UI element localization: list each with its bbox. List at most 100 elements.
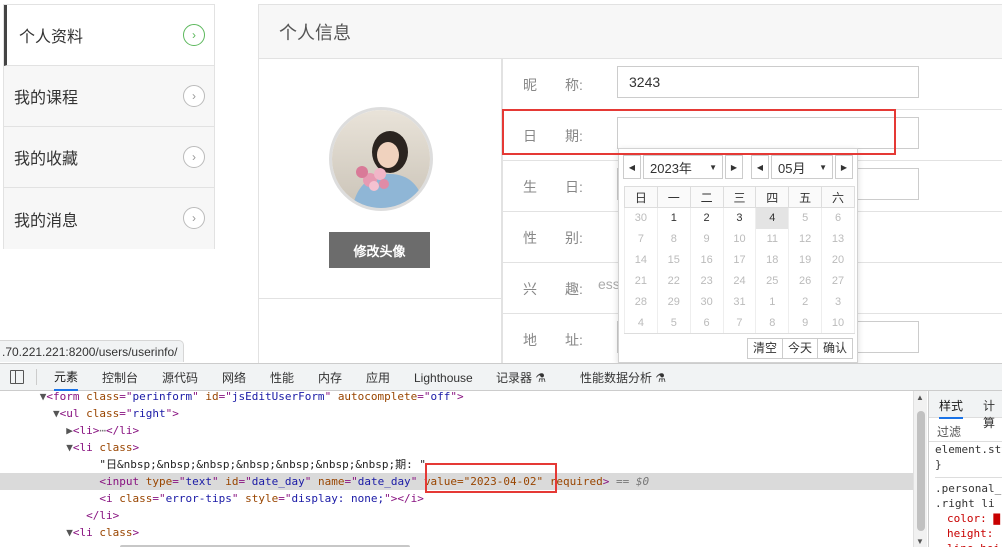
devtools-tab[interactable]: 内存 xyxy=(318,364,342,391)
dom-line-li-next[interactable]: ▼<li class> xyxy=(0,524,913,541)
calendar-day[interactable]: 5 xyxy=(788,207,823,229)
next-month-arrow-icon[interactable]: ▶ xyxy=(835,155,853,179)
tab-styles[interactable]: 样式 xyxy=(939,397,964,419)
next-year-arrow-icon[interactable]: ▶ xyxy=(725,155,743,179)
calendar-day[interactable]: 27 xyxy=(821,270,855,292)
calendar-day[interactable]: 8 xyxy=(755,312,790,334)
calendar-day[interactable]: 6 xyxy=(689,312,724,334)
style-line: line-hei xyxy=(935,541,1002,547)
devtools-tab[interactable]: 网络 xyxy=(222,364,246,391)
calendar-day[interactable]: 16 xyxy=(689,249,724,271)
sidebar-item[interactable]: 我的课程 › xyxy=(4,66,214,127)
calendar-day[interactable]: 20 xyxy=(821,249,855,271)
calendar-day[interactable]: 18 xyxy=(755,249,790,271)
weekday-header: 一 xyxy=(656,186,691,208)
avatar-column: 修改头像 xyxy=(259,59,502,363)
calendar-day[interactable]: 5 xyxy=(656,312,691,334)
chevron-right-icon: › xyxy=(183,146,205,168)
calendar-day[interactable]: 24 xyxy=(722,270,757,292)
month-select[interactable]: 05月 ▼ xyxy=(771,155,833,179)
element-style-close: } xyxy=(935,458,942,471)
change-avatar-button[interactable]: 修改头像 xyxy=(329,232,430,268)
calendar-day[interactable]: 30 xyxy=(624,207,658,229)
calendar-day[interactable]: 25 xyxy=(755,270,790,292)
calendar-day[interactable]: 10 xyxy=(821,312,855,334)
devtools-tab[interactable]: 控制台 xyxy=(102,364,138,391)
calendar-day[interactable]: 26 xyxy=(788,270,823,292)
calendar-day[interactable]: 29 xyxy=(656,291,691,313)
chevron-right-icon: › xyxy=(183,85,205,107)
chevron-down-icon: ▼ xyxy=(819,163,827,172)
scroll-down-icon[interactable]: ▼ xyxy=(916,537,924,546)
calendar-day[interactable]: 23 xyxy=(689,270,724,292)
calendar-day[interactable]: 7 xyxy=(722,312,757,334)
calendar-day[interactable]: 12 xyxy=(788,228,823,250)
calendar-day[interactable]: 17 xyxy=(722,249,757,271)
styles-code: element.sty } .personal_i .right li { co… xyxy=(929,442,1002,547)
today-button[interactable]: 今天 xyxy=(781,338,818,359)
calendar-day[interactable]: 13 xyxy=(821,228,855,250)
calendar-day[interactable]: 9 xyxy=(788,312,823,334)
sidebar-item-label: 我的收藏 xyxy=(14,151,79,168)
style-line: height: xyxy=(947,527,994,540)
calendar-day[interactable]: 14 xyxy=(624,249,658,271)
weekday-header: 五 xyxy=(788,186,823,208)
confirm-button[interactable]: 确认 xyxy=(816,338,853,359)
chevron-down-icon: ▼ xyxy=(709,163,717,172)
calendar-day[interactable]: 2 xyxy=(689,207,724,229)
devtools-tab[interactable]: 性能 xyxy=(270,364,294,391)
calendar-day[interactable]: 19 xyxy=(788,249,823,271)
sidebar-item[interactable]: 我的收藏 › xyxy=(4,127,214,188)
dom-line-li-close[interactable]: </li> xyxy=(0,507,913,524)
calendar-day[interactable]: 3 xyxy=(821,291,855,313)
calendar-day[interactable]: 4 xyxy=(624,312,658,334)
calendar-day[interactable]: 6 xyxy=(821,207,855,229)
sidebar-item-label: 我的消息 xyxy=(14,212,79,230)
devtools-tab[interactable]: 记录器 ⚗ xyxy=(496,364,546,391)
dom-line-form[interactable]: ▼<form class="perinform" id="jsEditUserF… xyxy=(0,391,913,405)
calendar-day[interactable]: 31 xyxy=(722,291,757,313)
calendar-day[interactable]: 2 xyxy=(788,291,823,313)
calendar-day[interactable]: 1 xyxy=(656,207,691,229)
calendar-day[interactable]: 9 xyxy=(689,228,724,250)
calendar-day[interactable]: 1 xyxy=(755,291,790,313)
devtools-tab[interactable]: Lighthouse xyxy=(414,364,473,391)
clear-button[interactable]: 清空 xyxy=(746,338,783,359)
calendar-day[interactable]: 28 xyxy=(624,291,658,313)
prev-month-arrow-icon[interactable]: ◀ xyxy=(751,155,769,179)
calendar-day[interactable]: 8 xyxy=(656,228,691,250)
scrollbar-thumb[interactable] xyxy=(917,411,925,531)
prev-year-arrow-icon[interactable]: ◀ xyxy=(623,155,641,179)
styles-tabbar: 样式 计算 xyxy=(929,391,1002,430)
sidebar-item[interactable]: 我的消息 › xyxy=(4,188,214,249)
devtools-tab[interactable]: 元素 xyxy=(54,364,79,391)
sidebar-menu: 个人资料 › 我的课程 › 我的收藏 › 我的消息 › xyxy=(3,4,215,249)
form-row: 昵 称: 3243 xyxy=(502,59,1002,110)
date-picker-footer: 清空 今天 确认 xyxy=(746,338,853,359)
sidebar-item[interactable]: 个人资料 › xyxy=(4,5,214,66)
calendar-day[interactable]: 30 xyxy=(689,291,724,313)
field-input[interactable]: 3243 xyxy=(617,66,919,98)
calendar-day[interactable]: 15 xyxy=(656,249,691,271)
dom-line-li-collapsed[interactable]: ▶<li>⋯</li> xyxy=(0,422,913,439)
devtools-tab[interactable]: 性能数据分析 ⚗ xyxy=(580,364,666,391)
tab-computed[interactable]: 计算 xyxy=(983,397,1002,431)
devtools-tab[interactable]: 源代码 xyxy=(162,364,198,391)
year-value: 2023年 xyxy=(650,160,692,176)
calendar-day[interactable]: 3 xyxy=(722,207,757,229)
calendar-day[interactable]: 21 xyxy=(624,270,658,292)
calendar-day[interactable]: 7 xyxy=(624,228,658,250)
calendar-day[interactable]: 11 xyxy=(755,228,790,250)
calendar-day[interactable]: 10 xyxy=(722,228,757,250)
devtools-tab[interactable]: 应用 xyxy=(366,364,390,391)
scroll-up-icon[interactable]: ▲ xyxy=(916,393,924,402)
dom-line-ul[interactable]: ▼<ul class="right"> xyxy=(0,405,913,422)
field-label: 兴 趣: xyxy=(523,280,583,297)
avatar[interactable] xyxy=(329,107,433,211)
calendar-day[interactable]: 4 xyxy=(755,207,790,229)
dock-side-icon[interactable] xyxy=(10,370,24,384)
elements-scrollbar[interactable]: ▲ ▼ xyxy=(913,391,927,547)
dom-line-li-open[interactable]: ▼<li class> xyxy=(0,439,913,456)
year-select[interactable]: 2023年 ▼ xyxy=(643,155,723,179)
calendar-day[interactable]: 22 xyxy=(656,270,691,292)
